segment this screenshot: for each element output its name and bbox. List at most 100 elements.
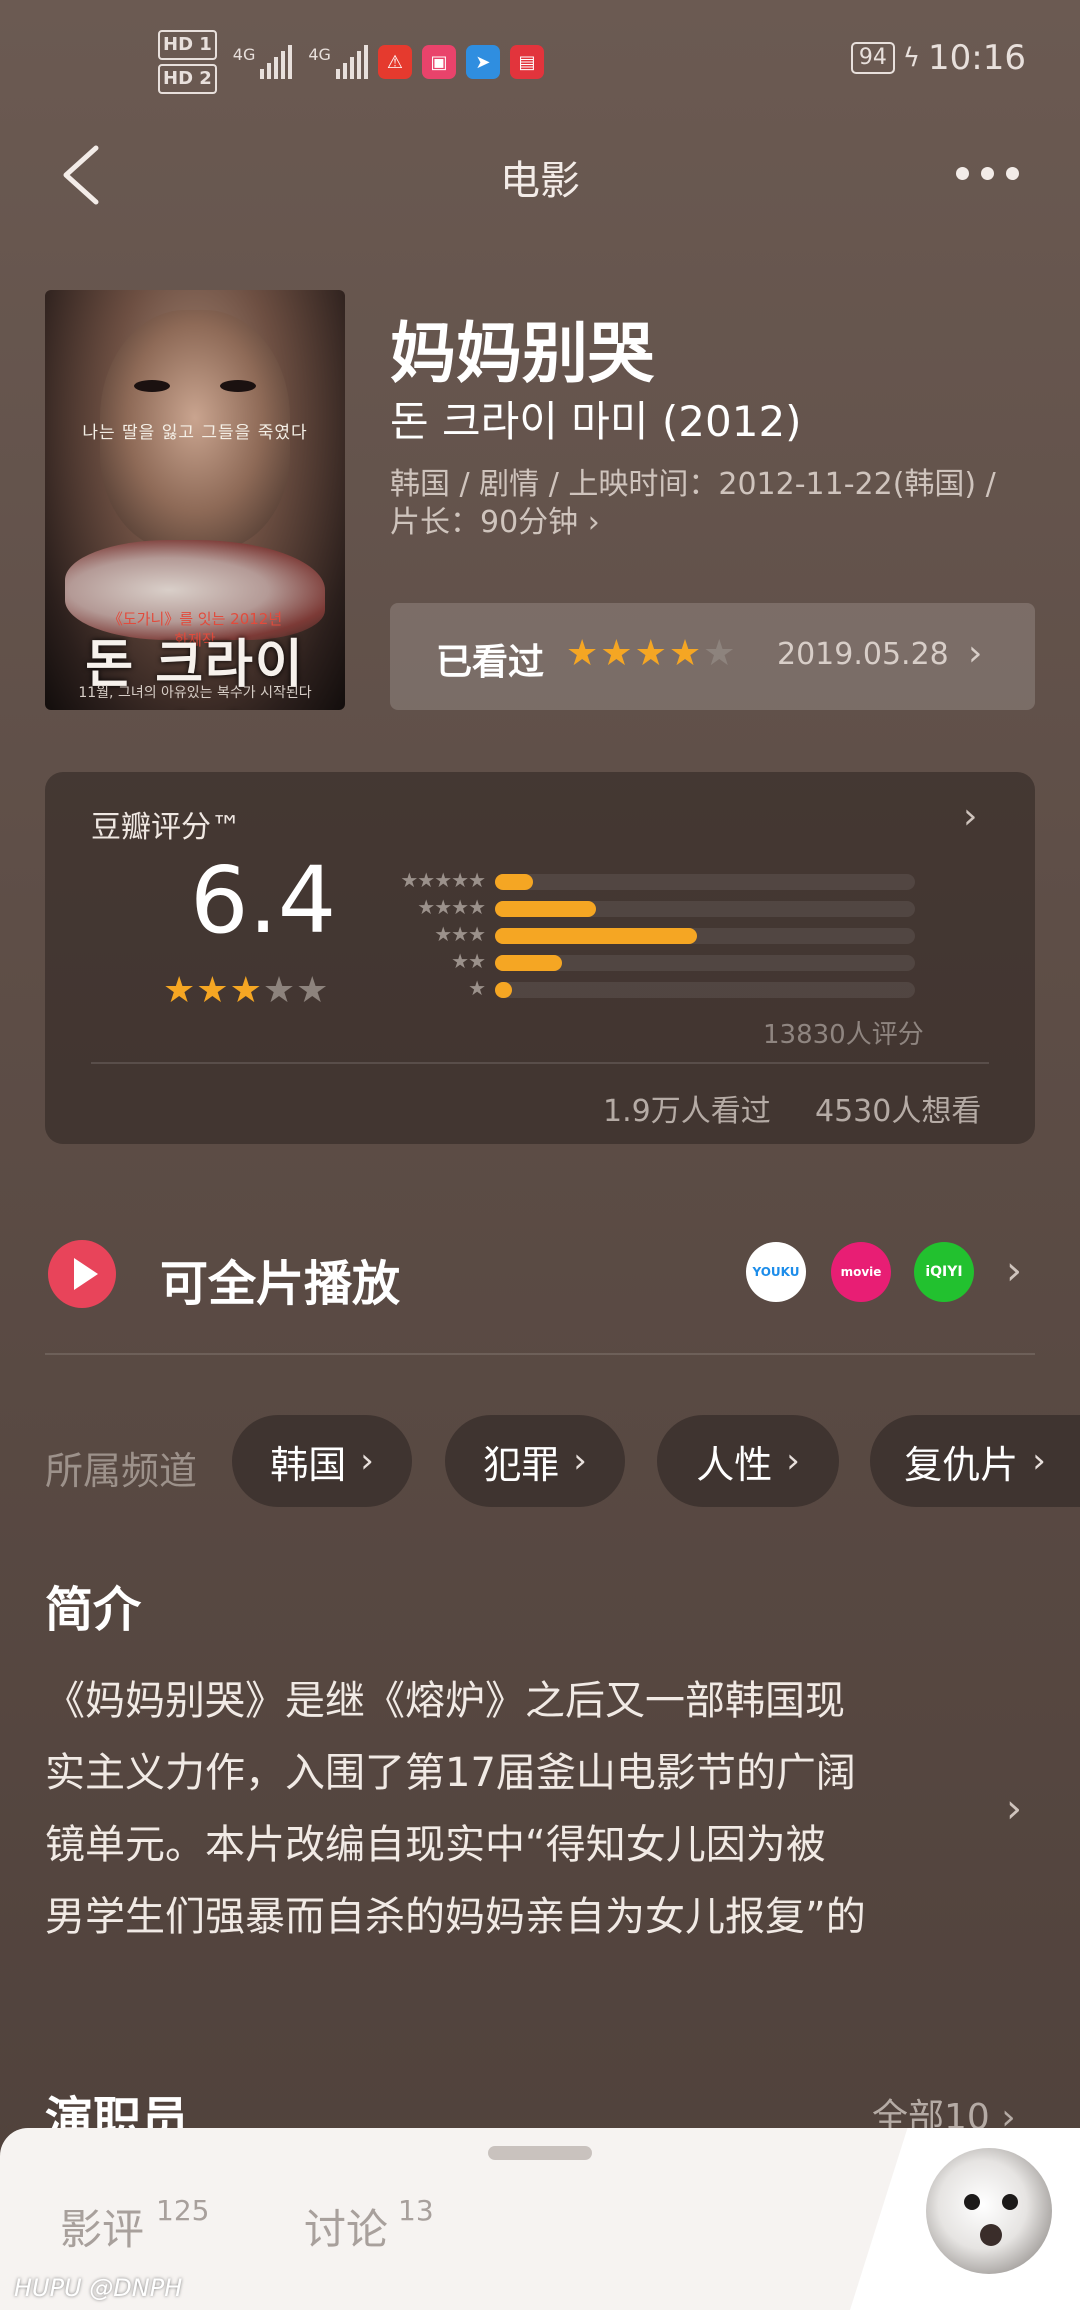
rating-dist-row-1: ★ [375, 976, 935, 1000]
dist-stars: ★★ [451, 949, 486, 973]
watched-date: 2019.05.28 [777, 637, 949, 672]
signal-2-label: 4G [308, 45, 331, 64]
chip-label: 复仇片 [904, 1442, 1019, 1487]
rating-dist-row-4: ★★★★ [375, 895, 935, 919]
movie-app-icon[interactable]: movie [831, 1242, 891, 1302]
charging-bolt-icon: ϟ [902, 43, 921, 73]
chip-label: 犯罪 [483, 1442, 560, 1487]
signal-2-icon: 4G [308, 45, 368, 79]
star-icon: ★ [196, 970, 230, 1011]
rating-count: 13830人评分 [763, 1020, 924, 1050]
reader-app-icon: ▤ [509, 45, 544, 79]
star-icon: ★ [296, 970, 330, 1011]
page-title: 电影 [500, 158, 580, 204]
intro-line: 男学生们强暴而自杀的妈妈亲自为女儿报复”的 [45, 1894, 866, 1940]
chevron-right-icon[interactable]: › [1006, 1248, 1022, 1294]
channel-label: 所属频道 [45, 1449, 198, 1493]
drag-handle[interactable] [488, 2146, 592, 2160]
chip-label: 人性 [696, 1442, 773, 1487]
dist-bar [495, 901, 596, 917]
more-options-icon[interactable] [956, 160, 1026, 186]
channel-chip-korea[interactable]: 韩国 › [232, 1415, 412, 1507]
dist-bar [495, 955, 563, 971]
channel-chip-revenge[interactable]: 复仇片 › [870, 1415, 1080, 1507]
divider [45, 1353, 1035, 1355]
paper-plane-app-icon: ➤ [465, 45, 500, 79]
shopping-bag-app-icon: ▣ [421, 45, 456, 79]
iqiyi-icon[interactable]: iQIYI [914, 1242, 974, 1302]
star-icon: ★ [229, 970, 263, 1011]
play-full-title[interactable]: 可全片播放 [160, 1244, 400, 1314]
dist-stars: ★ [468, 976, 486, 1000]
star-icon: ★ [703, 633, 738, 674]
star-icon: ★ [566, 633, 601, 674]
discussion-count: 13 [398, 2194, 434, 2227]
chevron-right-icon: › [1032, 1441, 1046, 1481]
poster-bottom-line: 11월, 그녀의 아유있는 복수가 시작된다 [78, 685, 312, 701]
signal-1-icon: 4G [233, 45, 293, 79]
rating-label: 豆瓣评分™ [91, 810, 241, 845]
youku-icon[interactable]: YOUKU [746, 1242, 806, 1302]
avatar[interactable] [926, 2148, 1052, 2274]
status-left: HD 1 HD 2 4G 4G ⚠ ▣ ➤ ▤ [158, 28, 544, 96]
review-count: 125 [156, 2194, 210, 2227]
poster-tagline: 나는 딸을 잃고 그들을 죽였다 [82, 423, 308, 443]
status-right: 94 ϟ 10:16 [850, 38, 1026, 78]
chevron-right-icon: › [963, 796, 978, 837]
dist-track [495, 928, 915, 944]
channel-chip-humanity[interactable]: 人性 › [657, 1415, 839, 1507]
dist-stars: ★★★★★ [400, 868, 486, 892]
tab-reviews[interactable]: 影评 [60, 2196, 144, 2257]
battery-icon: 94 [850, 42, 895, 74]
movie-original-title: 돈 크라이 마미 (2012) [390, 397, 802, 446]
star-icon: ★ [668, 633, 704, 674]
intro-text[interactable]: 《妈妈别哭》是继《熔炉》之后又一部韩国现 实主义力作，入围了第17届釜山电影节的… [45, 1665, 980, 1953]
intro-heading: 简介 [45, 1582, 142, 1638]
want-count[interactable]: 4530人想看 [815, 1086, 981, 1130]
channel-chip-crime[interactable]: 犯罪 › [445, 1415, 625, 1507]
seen-count[interactable]: 1.9万人看过 [603, 1086, 771, 1130]
dist-stars: ★★★ [434, 922, 486, 946]
clock: 10:16 [928, 38, 1026, 78]
movie-title: 妈妈别哭 [390, 315, 654, 392]
movie-meta-line-2: 片长：90分钟 › [390, 505, 600, 540]
chevron-right-icon: › [573, 1441, 587, 1481]
rating-stars: ★★★★★ [163, 970, 329, 1011]
play-icon[interactable] [48, 1240, 116, 1308]
weibo-alert-app-icon: ⚠ [377, 45, 412, 79]
intro-line: 镜单元。本片改编自现实中“得知女儿因为被 [45, 1822, 826, 1868]
douban-rating-card[interactable]: 豆瓣评分™ › 6.4 ★★★★★ ★★★★★ ★★★★ ★★★ ★★ ★ 13… [45, 772, 1035, 1144]
rating-dist-row-3: ★★★ [375, 922, 935, 946]
movie-meta-line-1: 韩国 / 剧情 / 上映时间：2012-11-22(韩国) / [390, 467, 996, 502]
star-icon: ★ [600, 633, 635, 674]
hd2-label: HD 2 [158, 64, 217, 94]
watermark: HUPU @DNPH [14, 2274, 183, 2302]
star-icon: ★ [262, 970, 297, 1011]
intro-line: 实主义力作，入围了第17届釜山电影节的广阔 [45, 1750, 856, 1796]
dist-stars: ★★★★ [417, 895, 486, 919]
dist-track [495, 901, 915, 917]
movie-meta[interactable]: 韩国 / 剧情 / 上映时间：2012-11-22(韩国) / 片长：90分钟 … [390, 466, 1040, 542]
hd1-label: HD 1 [158, 30, 217, 60]
dist-track [495, 874, 915, 890]
status-bar: HD 1 HD 2 4G 4G ⚠ ▣ ➤ ▤ 94 ϟ 10:16 [0, 0, 1080, 120]
star-icon: ★ [634, 633, 669, 674]
signal-1-label: 4G [232, 45, 256, 64]
rating-dist-row-5: ★★★★★ [375, 868, 935, 892]
rating-score: 6.4 [190, 847, 337, 954]
chevron-right-icon[interactable]: › [1006, 1786, 1022, 1832]
intro-line: 《妈妈别哭》是继《熔炉》之后又一部韩国现 [45, 1678, 845, 1724]
dist-track [495, 955, 915, 971]
watched-status-button[interactable]: 已看过 ★★★★★ 2019.05.28 › [390, 603, 1035, 710]
tab-discussions[interactable]: 讨论 [304, 2196, 388, 2257]
movie-poster[interactable]: 나는 딸을 잃고 그들을 죽였다 《도가니》를 잇는 2012년 화제작 돈 크… [45, 290, 345, 710]
dist-track [495, 982, 915, 998]
divider [91, 1062, 989, 1064]
chevron-right-icon: › [968, 633, 983, 674]
star-icon: ★ [163, 970, 197, 1011]
rating-dist-row-2: ★★ [375, 949, 935, 973]
chevron-right-icon: › [360, 1441, 374, 1481]
dist-bar [495, 928, 697, 944]
dist-bar [495, 982, 512, 998]
chip-label: 韩国 [270, 1442, 347, 1487]
